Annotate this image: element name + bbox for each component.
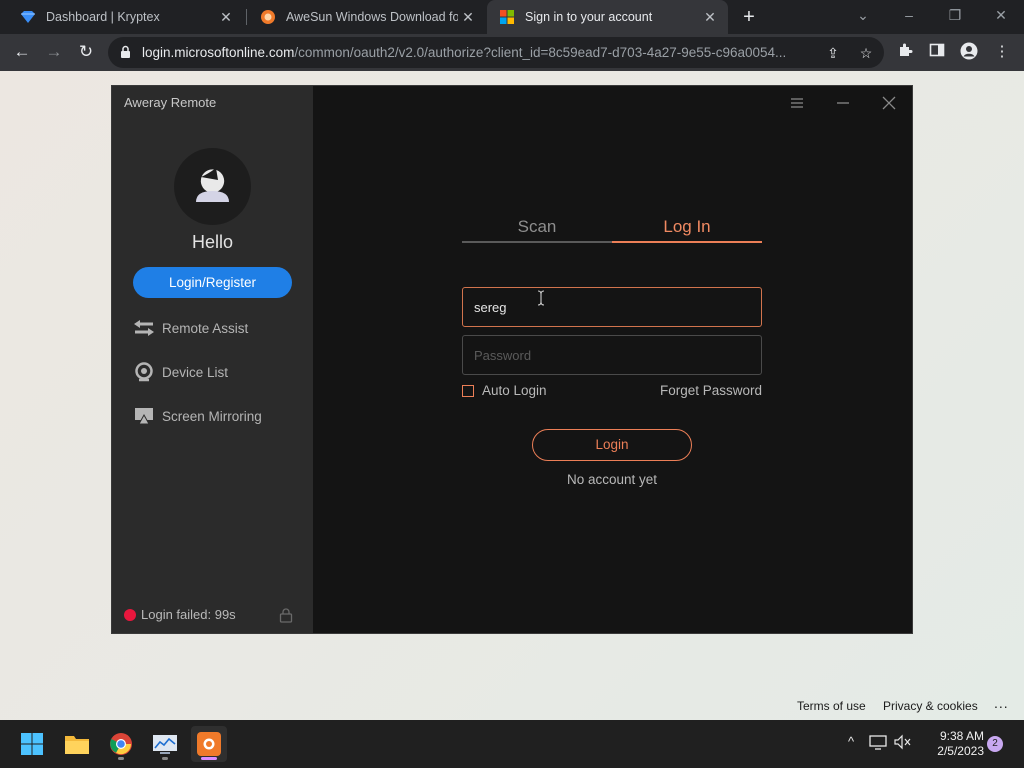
awesun-sun-icon bbox=[260, 9, 276, 25]
back-arrow-icon[interactable]: ← bbox=[10, 40, 34, 64]
more-options-icon[interactable]: ... bbox=[994, 695, 1009, 711]
remote-assist-arrows-icon bbox=[133, 318, 155, 338]
tab-log-in[interactable]: Log In bbox=[612, 217, 762, 243]
terms-of-use-link[interactable]: Terms of use bbox=[797, 699, 866, 713]
login-button[interactable]: Login bbox=[532, 429, 692, 461]
share-icon[interactable]: ⇪ bbox=[824, 44, 842, 62]
aweray-remote-window: Aweray Remote Hello Login/Register Remot… bbox=[111, 85, 913, 634]
app-menu-hamburger-icon[interactable] bbox=[788, 95, 806, 111]
signin-page: Aweray Remote Hello Login/Register Remot… bbox=[0, 71, 1024, 720]
tray-overflow-chevron-icon[interactable]: ^ bbox=[842, 734, 860, 752]
bookmark-star-icon[interactable]: ☆ bbox=[857, 44, 875, 62]
lock-icon[interactable] bbox=[279, 607, 293, 623]
auto-login-checkbox[interactable] bbox=[462, 384, 474, 397]
app-minimize-icon[interactable] bbox=[834, 95, 852, 111]
kryptex-diamond-icon bbox=[20, 9, 36, 25]
sidebar-item-remote-assist[interactable]: Remote Assist bbox=[133, 316, 248, 340]
monitor-app-icon[interactable] bbox=[147, 726, 183, 762]
running-indicator bbox=[118, 757, 124, 760]
volume-muted-icon[interactable] bbox=[893, 734, 911, 752]
auto-login-label: Auto Login bbox=[482, 383, 547, 398]
browser-tab-signin[interactable]: Sign in to your account ✕ bbox=[487, 0, 728, 34]
login-status: Login failed: 99s bbox=[124, 607, 236, 622]
sidebar-item-device-list[interactable]: Device List bbox=[133, 360, 228, 384]
app-close-icon[interactable] bbox=[880, 94, 898, 112]
running-indicator bbox=[201, 757, 217, 760]
browser-tabstrip: Dashboard | Kryptex ✕ AweSun Windows Dow… bbox=[0, 0, 1024, 34]
system-clock[interactable]: 9:38 AM 2/5/2023 bbox=[920, 729, 984, 759]
tab-title: Sign in to your account bbox=[525, 10, 653, 24]
sidebar-item-label: Screen Mirroring bbox=[162, 408, 262, 424]
display-icon[interactable] bbox=[869, 734, 887, 752]
app-title: Aweray Remote bbox=[124, 95, 217, 110]
awesun-app-icon[interactable] bbox=[191, 726, 227, 762]
app-sidebar: Aweray Remote Hello Login/Register Remot… bbox=[112, 86, 313, 633]
avatar[interactable] bbox=[174, 148, 251, 225]
device-list-icon bbox=[133, 362, 155, 382]
running-indicator bbox=[162, 757, 168, 760]
tab-close-icon[interactable]: ✕ bbox=[458, 9, 478, 26]
windows-taskbar: ^ 9:38 AM 2/5/2023 2 bbox=[0, 720, 1024, 768]
screen-mirroring-icon bbox=[133, 406, 155, 426]
browser-tab-awesun[interactable]: AweSun Windows Download for ✕ bbox=[248, 0, 486, 34]
profile-icon[interactable] bbox=[959, 42, 979, 62]
lock-icon[interactable] bbox=[120, 45, 131, 59]
notification-badge[interactable]: 2 bbox=[987, 736, 1003, 752]
username-input[interactable] bbox=[462, 287, 762, 327]
window-minimize-icon[interactable]: – bbox=[886, 0, 932, 34]
file-explorer-icon[interactable] bbox=[59, 726, 95, 762]
user-avatar-icon bbox=[196, 168, 229, 202]
tab-close-icon[interactable]: ✕ bbox=[700, 9, 720, 26]
auto-login-option[interactable]: Auto Login bbox=[462, 383, 547, 398]
login-register-button[interactable]: Login/Register bbox=[133, 267, 292, 298]
url-text[interactable]: login.microsoftonline.com/common/oauth2/… bbox=[142, 45, 822, 60]
no-account-link[interactable]: No account yet bbox=[532, 472, 692, 487]
sidebar-item-label: Device List bbox=[162, 364, 229, 380]
browser-menu-icon[interactable]: ⋮ bbox=[992, 42, 1012, 62]
clock-date: 2/5/2023 bbox=[937, 744, 984, 758]
new-tab-button[interactable]: + bbox=[737, 5, 761, 29]
password-input[interactable] bbox=[462, 335, 762, 375]
window-close-icon[interactable]: ✕ bbox=[978, 0, 1024, 34]
tab-scan[interactable]: Scan bbox=[462, 217, 612, 243]
chrome-icon[interactable] bbox=[103, 726, 139, 762]
reload-icon[interactable]: ↻ bbox=[74, 40, 98, 64]
tab-search-icon[interactable]: ⌄ bbox=[840, 0, 886, 34]
login-status-text: Login failed: 99s bbox=[141, 607, 236, 622]
hello-greeting: Hello bbox=[191, 232, 234, 252]
error-status-dot bbox=[124, 608, 136, 621]
sidebar-item-screen-mirroring[interactable]: Screen Mirroring bbox=[133, 404, 262, 428]
tab-separator bbox=[246, 9, 247, 25]
address-bar[interactable]: login.microsoftonline.com/common/oauth2/… bbox=[108, 37, 884, 68]
browser-toolbar: ← → ↻ login.microsoftonline.com/common/o… bbox=[0, 34, 1024, 71]
extensions-puzzle-icon[interactable] bbox=[895, 42, 915, 62]
window-restore-icon[interactable]: ❐ bbox=[932, 0, 978, 34]
browser-tab-kryptex[interactable]: Dashboard | Kryptex ✕ bbox=[8, 0, 244, 34]
windows-start-icon[interactable] bbox=[14, 726, 50, 762]
clock-time: 9:38 AM bbox=[939, 729, 984, 743]
side-panel-icon[interactable] bbox=[927, 42, 947, 62]
privacy-cookies-link[interactable]: Privacy & cookies bbox=[883, 699, 978, 713]
tab-close-icon[interactable]: ✕ bbox=[216, 9, 236, 26]
forget-password-link[interactable]: Forget Password bbox=[660, 383, 762, 398]
forward-arrow-icon[interactable]: → bbox=[42, 40, 66, 64]
tab-title: AweSun Windows Download for bbox=[286, 10, 458, 24]
sidebar-item-label: Remote Assist bbox=[162, 320, 249, 336]
tab-title: Dashboard | Kryptex bbox=[46, 10, 160, 24]
text-cursor-icon bbox=[537, 290, 545, 306]
microsoft-logo-icon bbox=[499, 9, 515, 25]
